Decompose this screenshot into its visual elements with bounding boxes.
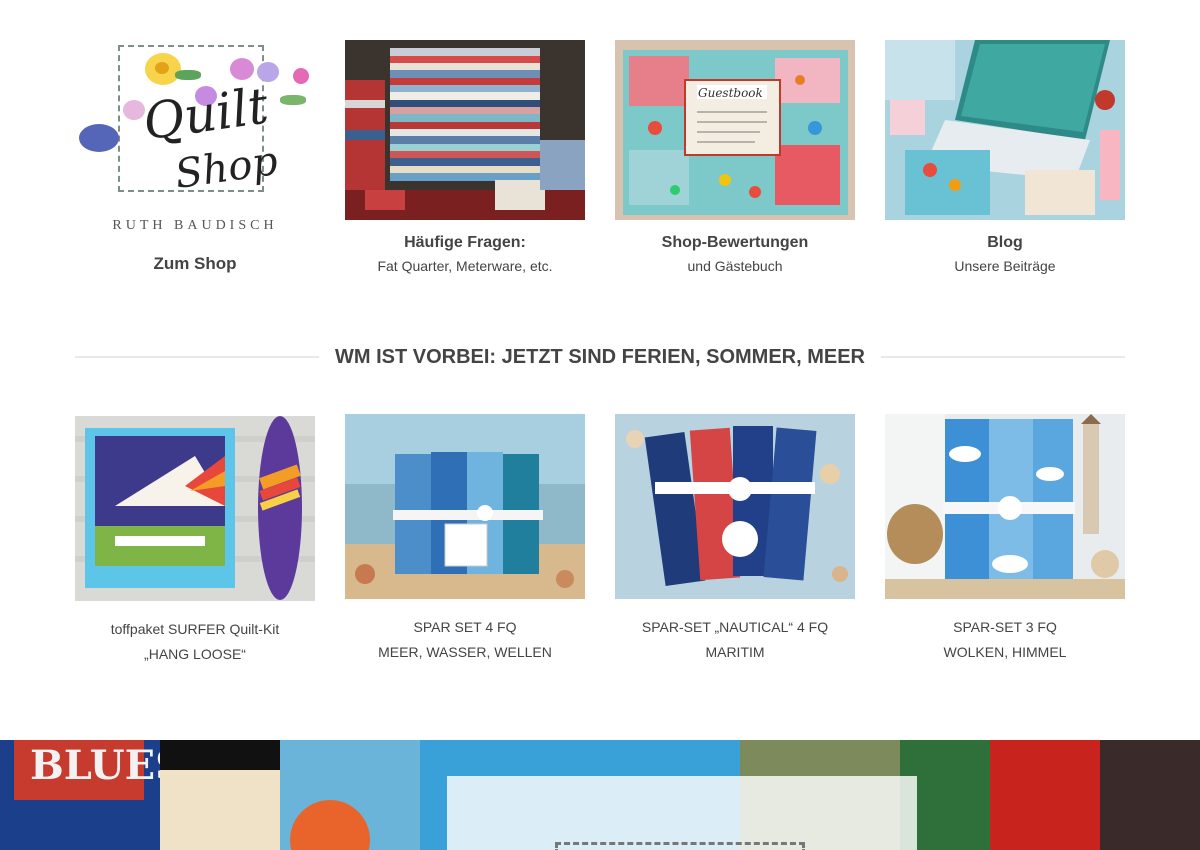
flower-center-icon — [155, 62, 169, 74]
product-card[interactable]: toffpaket SURFER Quilt-Kit „HANG LOOSE“ — [75, 414, 315, 662]
leaf-icon — [175, 70, 201, 80]
faq-card[interactable]: Häufige Fragen: Fat Quarter, Meterware, … — [345, 40, 585, 274]
pink-flower-icon — [230, 58, 254, 80]
top-link-row: Quilt Shop RUTH BAUDISCH Zum Shop Häufig… — [75, 40, 1125, 274]
quilt-shop-logo[interactable]: Quilt Shop RUTH BAUDISCH — [75, 40, 315, 240]
product-name[interactable]: SPAR-SET „NAUTICAL“ 4 FQ — [615, 619, 855, 635]
product-name[interactable]: SPAR SET 4 FQ — [345, 619, 585, 635]
guestbook-cover-label: Guestbook — [698, 86, 763, 100]
faq-title[interactable]: Häufige Fragen: — [345, 234, 585, 252]
product-name[interactable]: SPAR-SET 3 FQ — [885, 619, 1125, 635]
product-image-nautical-set[interactable] — [615, 414, 855, 599]
blueberry-icon — [79, 124, 119, 152]
blog-image[interactable] — [885, 40, 1125, 220]
blog-card[interactable]: Blog Unsere Beiträge — [885, 40, 1125, 274]
product-subname[interactable]: MEER, WASSER, WELLEN — [345, 644, 585, 660]
section-heading-text: WM IST VORBEI: JETZT SIND FERIEN, SOMMER… — [334, 345, 866, 368]
product-image-clouds-set[interactable] — [885, 414, 1125, 599]
blog-desk-illustration — [885, 40, 1125, 220]
banner-fabric-segment — [1100, 740, 1200, 850]
section-heading: WM IST VORBEI: JETZT SIND FERIEN, SOMMER… — [75, 340, 1125, 374]
fabric-banner: BLUES — [0, 740, 1200, 850]
guestbook-illustration — [615, 40, 855, 220]
reviews-title[interactable]: Shop-Bewertungen — [615, 234, 855, 252]
blog-subtitle: Unsere Beiträge — [954, 258, 1056, 274]
product-grid: toffpaket SURFER Quilt-Kit „HANG LOOSE“ … — [75, 414, 1125, 662]
faq-fabric-stack-image[interactable] — [345, 40, 585, 220]
ocean-fabric-set-illustration — [345, 414, 585, 599]
product-subname[interactable]: „HANG LOOSE“ — [75, 646, 315, 662]
reviews-card[interactable]: Guestbook Shop-Bewertungen und Gästebuch — [615, 40, 855, 274]
surfer-quilt-illustration — [75, 416, 315, 601]
banner-logo-overlay — [447, 776, 917, 850]
reviews-subtitle: und Gästebuch — [687, 258, 783, 274]
shop-logo-card[interactable]: Quilt Shop RUTH BAUDISCH Zum Shop — [75, 40, 315, 274]
product-image-surfer-quilt[interactable] — [75, 416, 315, 601]
product-card[interactable]: SPAR-SET „NAUTICAL“ 4 FQ MARITIM — [615, 414, 855, 662]
faq-subtitle: Fat Quarter, Meterware, etc. — [377, 258, 553, 274]
heading-divider-left — [75, 356, 319, 358]
clouds-fabric-set-illustration — [885, 414, 1125, 599]
shop-link-title[interactable]: Zum Shop — [75, 254, 315, 274]
product-image-ocean-set[interactable] — [345, 414, 585, 599]
heading-divider-right — [881, 356, 1125, 358]
leaf-icon — [280, 95, 306, 105]
product-name[interactable]: toffpaket SURFER Quilt-Kit — [75, 621, 315, 637]
fabric-stack-illustration — [345, 40, 585, 220]
product-subname[interactable]: MARITIM — [615, 644, 855, 660]
small-pink-flower-icon — [293, 68, 309, 84]
nautical-fabric-set-illustration — [615, 414, 855, 599]
product-card[interactable]: SPAR-SET 3 FQ WOLKEN, HIMMEL — [885, 414, 1125, 662]
product-subname[interactable]: WOLKEN, HIMMEL — [885, 644, 1125, 660]
logo-owner-name: RUTH BAUDISCH — [112, 218, 278, 233]
banner-logo-frame — [555, 842, 805, 850]
blog-title[interactable]: Blog — [885, 234, 1125, 252]
banner-fabric-segment — [160, 740, 280, 770]
product-card[interactable]: SPAR SET 4 FQ MEER, WASSER, WELLEN — [345, 414, 585, 662]
guestbook-image[interactable]: Guestbook — [615, 40, 855, 220]
